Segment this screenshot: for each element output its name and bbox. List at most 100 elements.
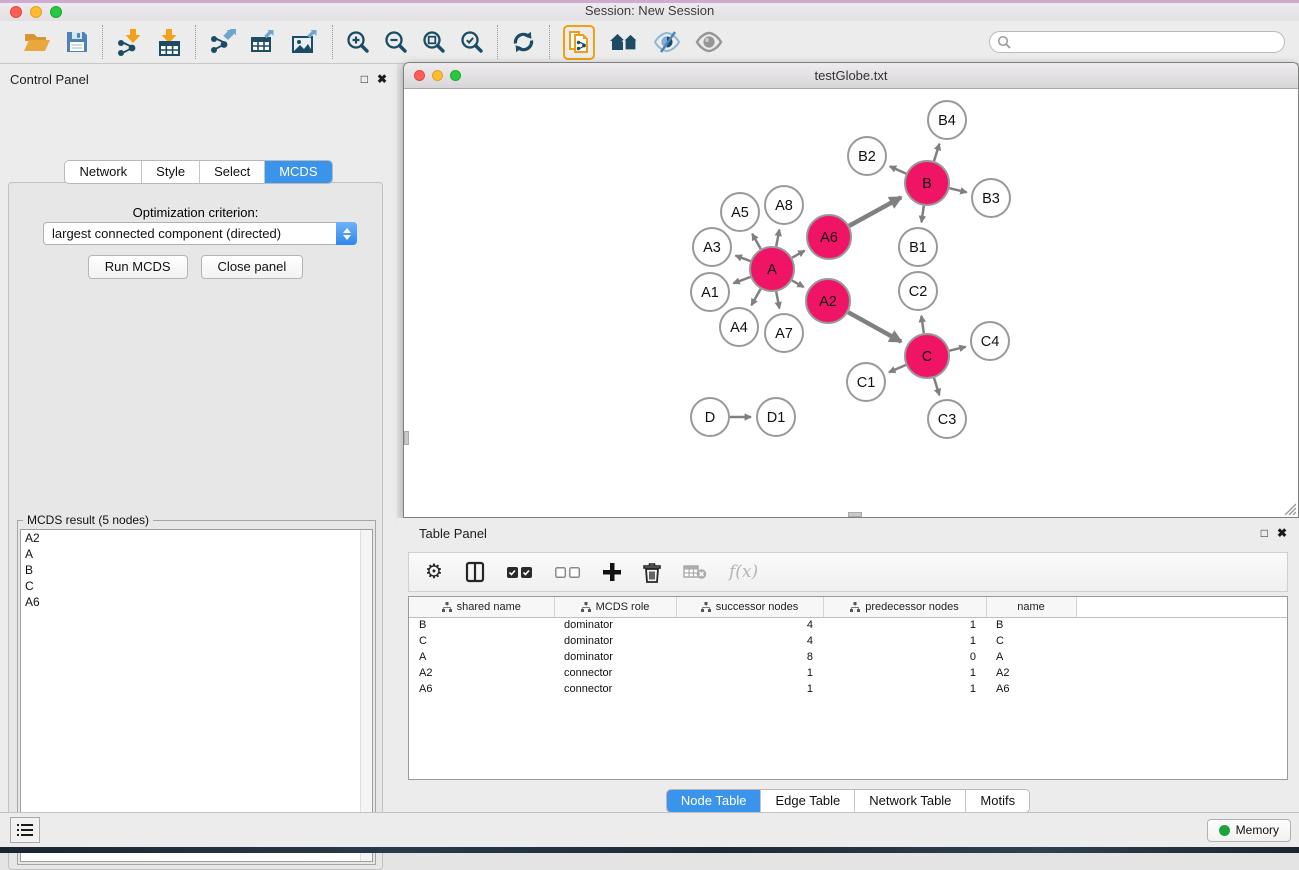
close-table-panel-icon[interactable]: ✖ <box>1277 527 1287 539</box>
graph-edge[interactable] <box>751 289 760 305</box>
create-column-icon[interactable] <box>603 563 621 581</box>
graph-edge[interactable] <box>934 378 939 395</box>
import-network-icon[interactable] <box>116 29 142 56</box>
network-from-clipboard-icon[interactable] <box>563 25 595 60</box>
table-row[interactable]: Cdominator41C <box>409 633 1287 649</box>
table-cell[interactable]: B <box>986 617 1076 633</box>
graph-edge[interactable] <box>922 206 924 222</box>
graph-edge[interactable] <box>792 251 805 258</box>
graph-node[interactable]: B1 <box>899 228 937 266</box>
mcds-result-item[interactable]: B <box>21 562 372 578</box>
table-cell[interactable]: A <box>409 649 554 665</box>
export-image-icon[interactable] <box>291 29 319 55</box>
graph-node[interactable]: A5 <box>721 193 759 231</box>
tab-motifs[interactable]: Motifs <box>966 790 1029 812</box>
table-cell[interactable]: 4 <box>676 633 823 649</box>
close-panel-icon[interactable]: ✖ <box>377 73 387 85</box>
graph-edge[interactable] <box>776 230 779 247</box>
graph-edge[interactable] <box>949 347 965 351</box>
task-history-button[interactable] <box>10 817 40 843</box>
tab-mcds[interactable]: MCDS <box>265 161 331 183</box>
graph-node[interactable]: B3 <box>972 179 1010 217</box>
zoom-in-icon[interactable] <box>346 30 370 54</box>
home-icon[interactable] <box>609 31 639 53</box>
table-cell[interactable]: 4 <box>676 617 823 633</box>
graph-node[interactable]: A4 <box>720 308 758 346</box>
graph-edge[interactable] <box>890 166 906 173</box>
mcds-result-item[interactable]: A2 <box>21 530 372 546</box>
open-session-icon[interactable] <box>23 30 51 54</box>
zoom-fit-icon[interactable] <box>422 30 446 54</box>
table-cell[interactable]: A2 <box>409 665 554 681</box>
graph-node[interactable]: D1 <box>757 398 795 436</box>
show-columns-icon[interactable] <box>465 561 485 583</box>
zoom-out-icon[interactable] <box>384 30 408 54</box>
table-cell[interactable]: dominator <box>554 649 676 665</box>
graph-node[interactable]: A6 <box>807 215 851 259</box>
table-cell[interactable]: 1 <box>823 681 986 697</box>
graph-node[interactable]: A8 <box>765 186 803 224</box>
close-window-button[interactable] <box>10 6 22 18</box>
zoom-selected-icon[interactable] <box>460 30 484 54</box>
tab-network[interactable]: Network <box>65 161 142 183</box>
table-cell[interactable]: connector <box>554 681 676 697</box>
column-header[interactable]: name <box>986 597 1076 617</box>
table-row[interactable]: Adominator80A <box>409 649 1287 665</box>
graph-edge[interactable] <box>849 197 901 226</box>
table-cell[interactable]: 1 <box>823 617 986 633</box>
graph-node[interactable]: C4 <box>971 322 1009 360</box>
mcds-result-item[interactable]: A <box>21 546 372 562</box>
graph-node[interactable]: A7 <box>765 314 803 352</box>
node-table[interactable]: shared nameMCDS rolesuccessor nodesprede… <box>408 596 1288 780</box>
graph-node[interactable]: A <box>750 247 794 291</box>
select-all-columns-icon[interactable] <box>507 566 533 579</box>
graph-edge[interactable] <box>889 365 906 372</box>
export-table-icon[interactable] <box>250 29 277 55</box>
mcds-result-item[interactable]: C <box>21 578 372 594</box>
table-row[interactable]: A6connector11A6 <box>409 681 1287 697</box>
search-input[interactable] <box>1012 35 1272 49</box>
function-builder-icon[interactable]: f(x) <box>729 562 758 582</box>
graph-node[interactable]: A3 <box>693 228 731 266</box>
column-header[interactable]: MCDS role <box>554 597 676 617</box>
show-graphics-details-icon[interactable] <box>695 31 723 53</box>
tab-edge-table[interactable]: Edge Table <box>761 790 855 812</box>
column-header[interactable]: successor nodes <box>676 597 823 617</box>
graph-edge[interactable] <box>776 292 779 309</box>
table-cell[interactable]: 1 <box>676 681 823 697</box>
hide-graphics-details-icon[interactable] <box>653 31 681 53</box>
network-window-titlebar[interactable]: testGlobe.txt <box>404 63 1298 89</box>
minimize-window-button[interactable] <box>30 6 42 18</box>
search-box[interactable] <box>989 31 1285 53</box>
graph-node[interactable]: A1 <box>691 273 729 311</box>
tab-network-table[interactable]: Network Table <box>855 790 966 812</box>
zoom-window-button[interactable] <box>50 6 62 18</box>
table-cell[interactable]: dominator <box>554 617 676 633</box>
table-cell[interactable]: 1 <box>676 665 823 681</box>
graph-edge[interactable] <box>921 316 923 333</box>
tab-style[interactable]: Style <box>142 161 200 183</box>
graph-edge[interactable] <box>934 144 939 161</box>
graph-edge[interactable] <box>733 277 750 283</box>
graph-edge[interactable] <box>736 256 751 262</box>
delete-column-icon[interactable] <box>643 562 661 583</box>
float-table-panel-icon[interactable]: □ <box>1261 527 1268 539</box>
table-cell[interactable]: A2 <box>986 665 1076 681</box>
table-cell[interactable]: 8 <box>676 649 823 665</box>
graph-node[interactable]: C <box>905 334 949 378</box>
table-cell[interactable]: connector <box>554 665 676 681</box>
mcds-result-item[interactable]: A6 <box>21 594 372 610</box>
table-cell[interactable]: dominator <box>554 633 676 649</box>
column-header[interactable]: shared name <box>409 597 554 617</box>
graph-node[interactable]: B4 <box>928 101 966 139</box>
table-row[interactable]: A2connector11A2 <box>409 665 1287 681</box>
deselect-all-columns-icon[interactable] <box>555 566 581 579</box>
table-cell[interactable]: A6 <box>986 681 1076 697</box>
table-cell[interactable]: A <box>986 649 1076 665</box>
run-mcds-button[interactable]: Run MCDS <box>88 255 188 279</box>
close-network-button[interactable] <box>414 70 425 81</box>
memory-button[interactable]: Memory <box>1207 819 1291 842</box>
table-row[interactable]: Bdominator41B <box>409 617 1287 633</box>
column-header[interactable]: predecessor nodes <box>823 597 986 617</box>
graph-node[interactable]: B <box>905 161 949 205</box>
